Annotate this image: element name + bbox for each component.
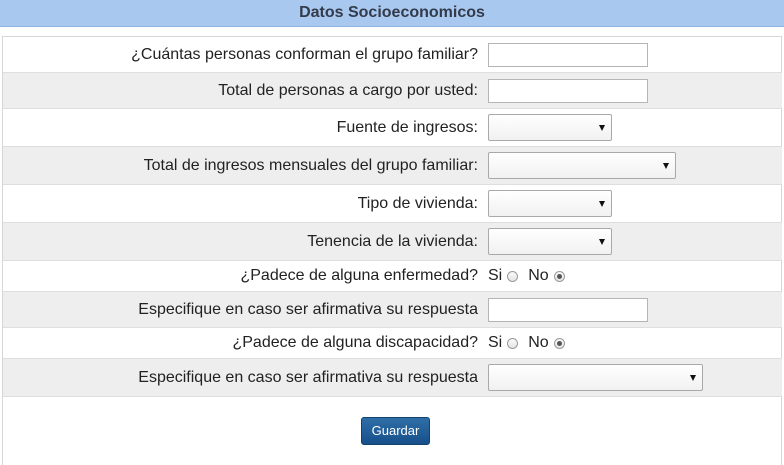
enfermedad-no-label: No bbox=[528, 267, 549, 284]
enfermedad-si-radio[interactable] bbox=[507, 270, 519, 282]
form-row-especifique-enfermedad: Especifique en caso ser afirmativa su re… bbox=[3, 292, 782, 328]
chevron-down-icon bbox=[663, 162, 669, 169]
chevron-down-icon bbox=[690, 374, 696, 381]
enfermedad-si-label: Si bbox=[488, 267, 503, 284]
chevron-down-icon bbox=[599, 200, 605, 207]
form-row-total-ingresos: Total de ingresos mensuales del grupo fa… bbox=[3, 147, 782, 185]
socioeconomic-form: ¿Cuántas personas conforman el grupo fam… bbox=[2, 36, 782, 465]
form-row-especifique-discapacidad: Especifique en caso ser afirmativa su re… bbox=[3, 359, 782, 397]
chevron-down-icon bbox=[599, 238, 605, 245]
discapacidad-si-label: Si bbox=[488, 334, 503, 351]
especifique-enfermedad-input[interactable] bbox=[488, 297, 648, 322]
personas-cargo-label: Total de personas a cargo por usted: bbox=[218, 81, 478, 99]
discapacidad-no-label: No bbox=[528, 334, 549, 351]
tenencia-vivienda-select[interactable] bbox=[488, 228, 612, 255]
chevron-down-icon bbox=[599, 124, 605, 131]
total-ingresos-select[interactable] bbox=[488, 152, 676, 179]
enfermedad-no-radio[interactable] bbox=[553, 270, 565, 282]
especifique-discapacidad-label: Especifique en caso ser afirmativa su re… bbox=[138, 368, 478, 386]
fuente-ingresos-label: Fuente de ingresos: bbox=[336, 118, 478, 136]
enfermedad-radio-group: Si No bbox=[488, 267, 565, 285]
enfermedad-label: ¿Padece de alguna enfermedad? bbox=[240, 267, 478, 284]
tenencia-vivienda-label: Tenencia de la vivienda: bbox=[307, 232, 478, 250]
save-button[interactable]: Guardar bbox=[361, 417, 430, 445]
form-row-enfermedad: ¿Padece de alguna enfermedad? Si No bbox=[3, 261, 782, 292]
grupo-familiar-input[interactable] bbox=[488, 42, 648, 67]
grupo-familiar-label: ¿Cuántas personas conforman el grupo fam… bbox=[131, 45, 478, 63]
form-row-personas-cargo: Total de personas a cargo por usted: bbox=[3, 73, 782, 109]
discapacidad-label: ¿Padece de alguna discapacidad? bbox=[232, 334, 478, 351]
personas-cargo-input[interactable] bbox=[488, 78, 648, 103]
tipo-vivienda-select[interactable] bbox=[488, 190, 612, 217]
form-row-tipo-vivienda: Tipo de vivienda: bbox=[3, 185, 782, 223]
form-row-tenencia-vivienda: Tenencia de la vivienda: bbox=[3, 223, 782, 261]
especifique-discapacidad-select[interactable] bbox=[488, 364, 703, 391]
fuente-ingresos-select[interactable] bbox=[488, 114, 612, 141]
discapacidad-si-radio[interactable] bbox=[507, 337, 519, 349]
total-ingresos-label: Total de ingresos mensuales del grupo fa… bbox=[143, 156, 478, 174]
section-title: Datos Socioeconomicos bbox=[0, 0, 784, 27]
tipo-vivienda-label: Tipo de vivienda: bbox=[357, 194, 478, 212]
form-row-discapacidad: ¿Padece de alguna discapacidad? Si No bbox=[3, 328, 782, 359]
discapacidad-radio-group: Si No bbox=[488, 334, 565, 352]
especifique-enfermedad-label: Especifique en caso ser afirmativa su re… bbox=[138, 300, 478, 318]
discapacidad-no-radio[interactable] bbox=[553, 337, 565, 349]
form-row-grupo-familiar: ¿Cuántas personas conforman el grupo fam… bbox=[3, 37, 782, 73]
form-row-fuente-ingresos: Fuente de ingresos: bbox=[3, 109, 782, 147]
